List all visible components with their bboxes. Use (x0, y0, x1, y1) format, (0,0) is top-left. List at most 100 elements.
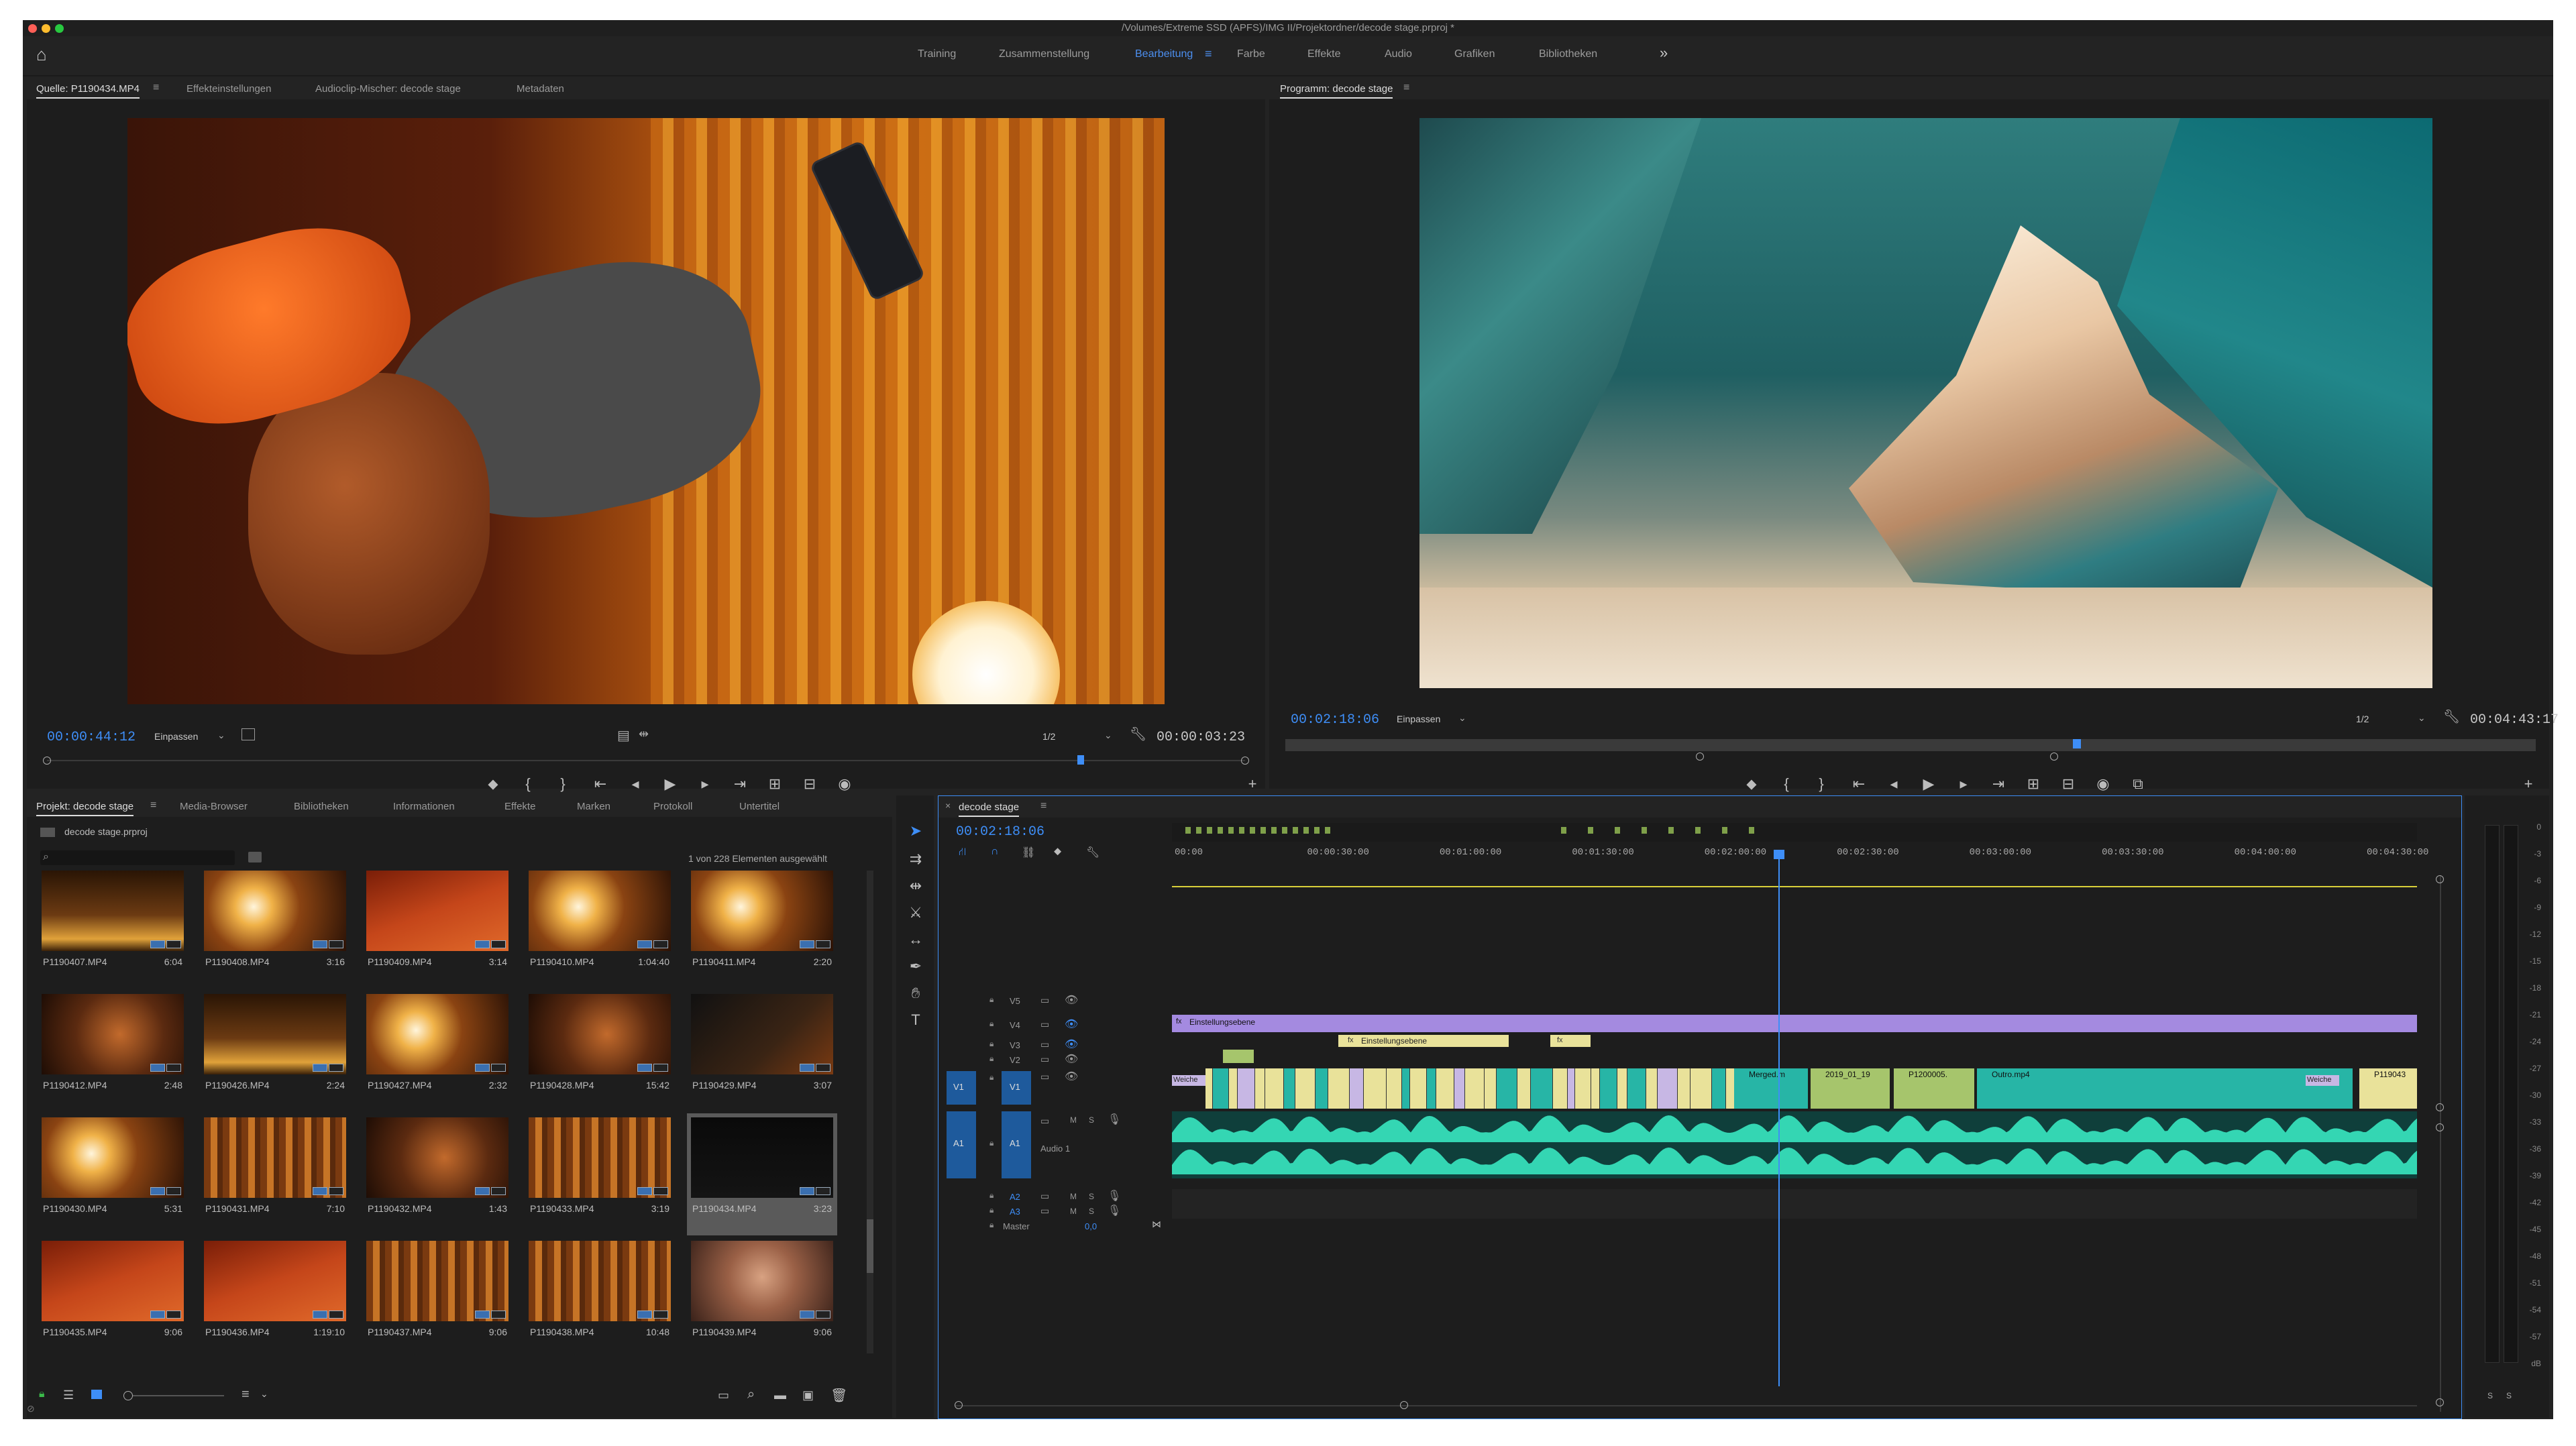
project-item[interactable]: P1190433.MP4 3:19 (529, 1117, 671, 1231)
ripple-edit-tool-icon[interactable]: ⇹ (906, 877, 926, 895)
tab-project[interactable]: Projekt: decode stage (36, 801, 134, 816)
find-icon[interactable]: ⌕ (747, 1387, 755, 1402)
track-lock-icon[interactable]: 🔒︎ (989, 1190, 994, 1201)
v1-clip[interactable] (1436, 1068, 1454, 1109)
sequence-marker[interactable] (1588, 827, 1593, 834)
project-item[interactable]: P1190407.MP4 6:04 (42, 871, 184, 985)
sequence-marker[interactable] (1250, 827, 1255, 834)
chevron-double-right-icon[interactable]: » (1660, 44, 1668, 62)
eye-icon[interactable]: 👁︎ (1065, 1017, 1078, 1031)
program-scrubber[interactable] (1285, 735, 2536, 761)
type-tool-icon[interactable]: T (906, 1011, 926, 1029)
source-zoom-chevron-icon[interactable]: ⌄ (217, 730, 225, 741)
transition-weiche-2[interactable]: Weiche (2306, 1075, 2339, 1086)
workspace-effekte[interactable]: Effekte (1307, 48, 1341, 60)
step-back-button[interactable]: ◂ (625, 775, 645, 793)
project-scrollbar[interactable] (867, 871, 873, 1353)
extract-button[interactable]: ⊟ (2058, 775, 2078, 793)
lock-icon[interactable]: 🔒︎ (39, 1388, 45, 1400)
close-sequence-icon[interactable]: × (945, 800, 951, 811)
timeline-panel-menu-icon[interactable]: ≡ (1040, 800, 1046, 812)
timeline-wrench-icon[interactable]: 🔧︎ (1086, 846, 1099, 859)
project-item[interactable]: P1190428.MP4 15:42 (529, 994, 671, 1108)
source-resolution-chevron-icon[interactable]: ⌄ (1104, 730, 1112, 741)
v3-small-clip[interactable]: fx (1550, 1035, 1591, 1047)
v1-clip[interactable] (1568, 1068, 1575, 1109)
program-zoom-chevron-icon[interactable]: ⌄ (1458, 712, 1466, 724)
project-search-field[interactable]: ⌕ (40, 850, 235, 865)
v1-clip[interactable] (1284, 1068, 1295, 1109)
vertical-zoom-handle-top[interactable] (2436, 875, 2444, 883)
meter-solo-right[interactable]: S (2506, 1391, 2512, 1400)
sequence-marker[interactable] (1303, 827, 1309, 834)
step-forward-button[interactable]: ▸ (695, 775, 715, 793)
project-item[interactable]: P1190431.MP4 7:10 (204, 1117, 346, 1231)
safe-margins-icon[interactable] (241, 728, 255, 740)
project-item[interactable]: P1190430.MP4 5:31 (42, 1117, 184, 1231)
program-go-to-in-button[interactable]: ⇤ (1849, 775, 1869, 793)
v1-clip[interactable] (1316, 1068, 1328, 1109)
timeline-horizontal-scroll[interactable] (955, 1401, 2417, 1410)
v3-adjustment-clip[interactable]: fx Einstellungsebene (1338, 1035, 1509, 1047)
tab-media-browser[interactable]: Media-Browser (180, 801, 248, 812)
automate-to-sequence-icon[interactable]: ▭ (718, 1388, 729, 1402)
new-bin-icon[interactable]: ▬ (774, 1388, 786, 1402)
track-lock-icon[interactable]: 🔒︎ (989, 1205, 994, 1215)
adjustment-layer-clip[interactable]: fx Einstellungsebene (1172, 1015, 2417, 1032)
tab-effects[interactable]: Effekte (504, 801, 535, 812)
workspace-bearbeitung[interactable]: Bearbeitung (1135, 48, 1193, 60)
sequence-marker[interactable] (1196, 827, 1201, 834)
v1-clip[interactable] (1678, 1068, 1690, 1109)
workspace-training[interactable]: Training (918, 48, 956, 60)
panel-menu-icon[interactable]: ≡ (153, 82, 159, 94)
track-lock-icon[interactable]: 🔒︎ (989, 1039, 994, 1049)
vertical-zoom-handle-bottom[interactable] (2436, 1398, 2444, 1406)
track-output-icon[interactable]: ▭ (1040, 1019, 1049, 1030)
project-item[interactable]: P1190432.MP4 1:43 (366, 1117, 508, 1231)
eye-icon[interactable]: 👁︎ (1065, 1052, 1078, 1066)
tab-history[interactable]: Protokoll (653, 801, 692, 812)
linked-selection-icon[interactable]: ⛓ (1022, 846, 1035, 859)
v1-clip[interactable] (1328, 1068, 1350, 1109)
sequence-marker[interactable] (1749, 827, 1754, 834)
v1-clip[interactable] (1364, 1068, 1387, 1109)
sequence-marker[interactable] (1314, 827, 1320, 834)
project-search-input[interactable] (58, 852, 228, 864)
project-item[interactable]: P1190412.MP4 2:48 (42, 994, 184, 1108)
program-add-button-icon[interactable]: + (2518, 775, 2538, 793)
play-button[interactable]: ▶ (660, 775, 680, 793)
v1-clip[interactable] (1617, 1068, 1627, 1109)
icon-view-icon[interactable] (91, 1390, 102, 1399)
add-button-icon[interactable]: + (1242, 775, 1263, 793)
program-mark-out-button[interactable]: } (1811, 775, 1831, 793)
program-video-frame[interactable] (1419, 118, 2432, 688)
track-output-icon[interactable]: ▭ (1040, 1054, 1049, 1065)
minimize-window-button[interactable] (42, 24, 50, 33)
sequence-marker[interactable] (1218, 827, 1223, 834)
microphone-icon[interactable]: 🎙︎ (1108, 1113, 1121, 1126)
project-item[interactable]: P1190409.MP4 3:14 (366, 871, 508, 985)
sequence-marker[interactable] (1695, 827, 1701, 834)
razor-tool-icon[interactable]: ⚔ (906, 904, 926, 922)
v1-clip[interactable] (1295, 1068, 1316, 1109)
clip-merged[interactable]: Merged.m (1734, 1068, 1808, 1109)
sequence-marker[interactable] (1228, 827, 1234, 834)
v1-clip[interactable] (1497, 1068, 1517, 1109)
project-panel-menu-icon[interactable]: ≡ (150, 799, 156, 812)
go-to-in-button[interactable]: ⇤ (590, 775, 610, 793)
trash-icon[interactable]: 🗑︎ (830, 1387, 847, 1404)
source-resolution-select[interactable]: 1/2 (1042, 731, 1055, 742)
eye-icon[interactable]: 👁︎ (1065, 1070, 1078, 1083)
track-lock-icon[interactable]: 🔒︎ (989, 1138, 994, 1148)
v1-clip[interactable] (1575, 1068, 1591, 1109)
program-wrench-icon[interactable]: 🔧︎ (2443, 708, 2460, 725)
slip-tool-icon[interactable]: ↔ (906, 931, 926, 948)
sequence-marker[interactable] (1239, 827, 1244, 834)
project-item[interactable]: P1190438.MP4 10:48 (529, 1241, 671, 1355)
project-item[interactable]: P1190439.MP4 9:06 (691, 1241, 833, 1355)
v1-clip[interactable] (1402, 1068, 1410, 1109)
tab-markers[interactable]: Marken (577, 801, 610, 812)
clip-p1200005[interactable]: P1200005. (1894, 1068, 1974, 1109)
clip-outro[interactable]: Outro.mp4 (1977, 1068, 2353, 1109)
project-item[interactable]: P1190426.MP4 2:24 (204, 994, 346, 1108)
